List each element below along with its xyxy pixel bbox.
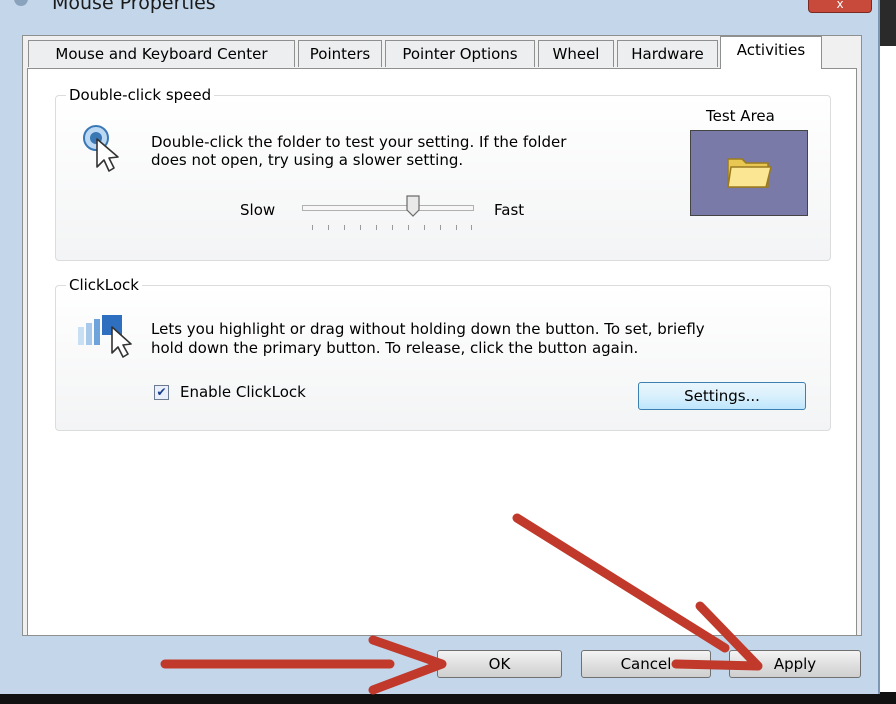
enable-clicklock-checkbox[interactable]: ✔	[154, 385, 169, 400]
double-click-description-line1: Double-click the folder to test your set…	[151, 133, 567, 151]
test-area-label: Test Area	[706, 107, 775, 125]
test-area[interactable]	[690, 130, 808, 216]
clicklock-label: ClickLock	[66, 276, 142, 294]
tab-mouse-and-keyboard-center[interactable]: Mouse and Keyboard Center	[28, 40, 295, 67]
tab-wheel[interactable]: Wheel	[538, 40, 614, 67]
slider-slow-label: Slow	[240, 201, 276, 219]
double-click-speed-slider[interactable]	[302, 205, 474, 211]
mouse-pointer-click-icon	[83, 125, 119, 172]
slider-fast-label: Fast	[494, 201, 525, 219]
tab-hardware[interactable]: Hardware	[617, 40, 718, 67]
checkmark-icon: ✔	[156, 385, 167, 399]
apply-button[interactable]: Apply	[729, 650, 861, 678]
double-click-speed-label: Double-click speed	[66, 86, 215, 104]
settings-button[interactable]: Settings...	[638, 382, 806, 410]
title-bar: Mouse Properties x	[0, 0, 878, 14]
double-click-description-line2: does not open, try using a slower settin…	[151, 151, 464, 169]
slider-ticks	[312, 225, 472, 231]
mouse-properties-window: Mouse Properties x Mouse and Keyboard Ce…	[0, 0, 880, 694]
cancel-button[interactable]: Cancel	[581, 650, 711, 678]
clicklock-description-line1: Lets you highlight or drag without holdi…	[151, 320, 705, 338]
window-icon	[14, 0, 28, 6]
tab-pointer-options[interactable]: Pointer Options	[385, 40, 535, 67]
close-button[interactable]: x	[808, 0, 872, 13]
tab-activities[interactable]: Activities	[720, 36, 822, 69]
close-icon: x	[836, 0, 844, 11]
clicklock-description-line2: hold down the primary button. To release…	[151, 339, 639, 357]
folder-icon	[727, 158, 772, 188]
drag-pointer-icon	[78, 315, 132, 358]
enable-clicklock-label: Enable ClickLock	[180, 383, 306, 401]
ok-button[interactable]: OK	[437, 650, 562, 678]
tab-pointers[interactable]: Pointers	[298, 40, 382, 67]
window-title: Mouse Properties	[52, 0, 216, 14]
slider-thumb[interactable]	[405, 195, 420, 217]
